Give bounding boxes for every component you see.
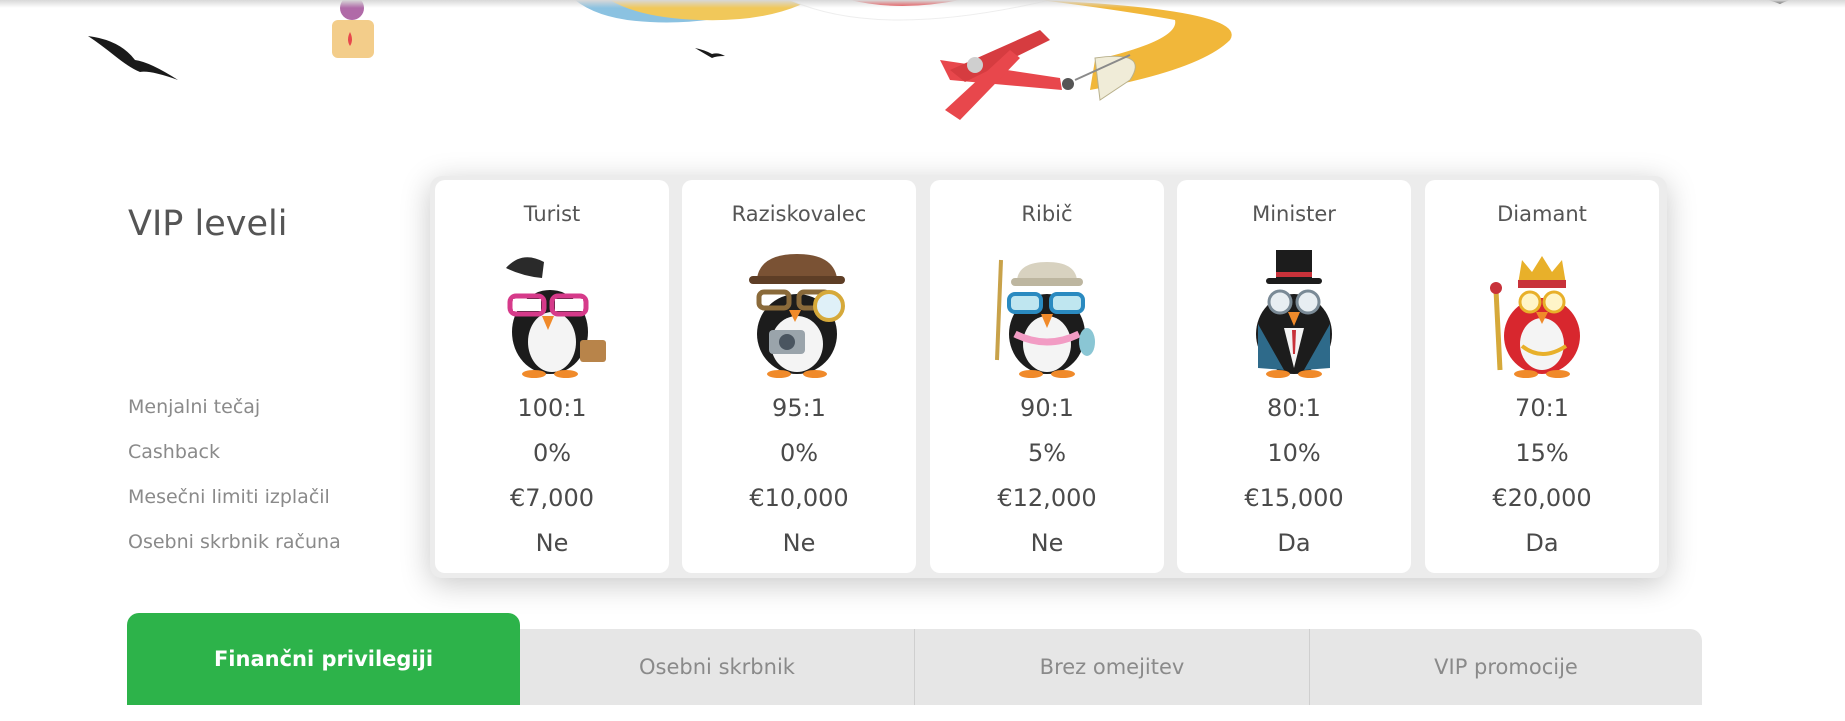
exchange-rate-value: 90:1 xyxy=(1020,394,1074,422)
balloon-icon xyxy=(332,0,374,58)
biplane-icon xyxy=(940,30,1074,120)
cashback-value: 5% xyxy=(1027,439,1067,467)
cashback-value: 0% xyxy=(532,439,572,467)
cashback-value: 15% xyxy=(1515,439,1569,467)
minister-penguin-icon xyxy=(1256,250,1332,378)
level-card-raziskovalec: Raziskovalec 95:1 0% €10,000 Ne xyxy=(682,180,916,573)
hero-illustration xyxy=(0,0,1845,140)
vip-levels-panel: Turist 100:1 0% €7,000 Ne Raziskovalec 9… xyxy=(430,176,1667,578)
withdrawal-limit-value: €10,000 xyxy=(749,484,849,512)
row-label-exchange: Menjalni tečaj xyxy=(128,396,261,418)
fisherman-penguin-icon xyxy=(995,259,1095,378)
section-title: VIP leveli xyxy=(128,204,288,244)
tab-personal-manager[interactable]: Osebni skrbnik xyxy=(520,629,914,705)
privileges-tabs: Finančni privilegiji Osebni skrbnik Brez… xyxy=(127,613,1702,705)
row-label-cashback: Cashback xyxy=(128,441,221,463)
row-label-withdrawal-limit: Mesečni limiti izplačil xyxy=(128,486,330,508)
level-name: Turist xyxy=(523,202,581,226)
bird-icon xyxy=(88,36,178,80)
row-labels: Menjalni tečaj Cashback Mesečni limiti i… xyxy=(128,393,428,573)
level-card-ribic: Ribič 90:1 5% €12,000 Ne xyxy=(930,180,1164,573)
withdrawal-limit-value: €15,000 xyxy=(1244,484,1344,512)
account-manager-value: Da xyxy=(1277,529,1311,557)
tab-financial-privileges[interactable]: Finančni privilegiji xyxy=(127,613,520,705)
withdrawal-limit-value: €12,000 xyxy=(997,484,1097,512)
exchange-rate-value: 70:1 xyxy=(1515,394,1569,422)
withdrawal-limit-value: €7,000 xyxy=(510,484,594,512)
level-card-minister: Minister 80:1 10% €15,000 Da xyxy=(1177,180,1411,573)
king-penguin-icon xyxy=(1490,256,1580,378)
exchange-rate-value: 95:1 xyxy=(772,394,826,422)
exchange-rate-value: 100:1 xyxy=(517,394,587,422)
level-name: Minister xyxy=(1252,202,1336,226)
tab-no-limits[interactable]: Brez omejitev xyxy=(915,629,1309,705)
explorer-penguin-icon xyxy=(749,254,845,378)
account-manager-value: Ne xyxy=(782,529,816,557)
level-name: Raziskovalec xyxy=(731,202,867,226)
level-card-diamant: Diamant 70:1 15% €20,000 Da xyxy=(1425,180,1659,573)
cashback-value: 10% xyxy=(1267,439,1321,467)
level-name: Diamant xyxy=(1497,202,1587,226)
tourist-penguin-icon xyxy=(506,257,606,378)
tab-vip-promotions[interactable]: VIP promocije xyxy=(1310,629,1702,705)
account-manager-value: Ne xyxy=(1030,529,1064,557)
level-card-turist: Turist 100:1 0% €7,000 Ne xyxy=(435,180,669,573)
cashback-value: 0% xyxy=(779,439,819,467)
level-name: Ribič xyxy=(1021,202,1073,226)
bird-icon xyxy=(695,48,725,58)
row-label-account-manager: Osebni skrbnik računa xyxy=(128,531,341,553)
exchange-rate-value: 80:1 xyxy=(1267,394,1321,422)
account-manager-value: Ne xyxy=(535,529,569,557)
withdrawal-limit-value: €20,000 xyxy=(1492,484,1592,512)
account-manager-value: Da xyxy=(1525,529,1559,557)
